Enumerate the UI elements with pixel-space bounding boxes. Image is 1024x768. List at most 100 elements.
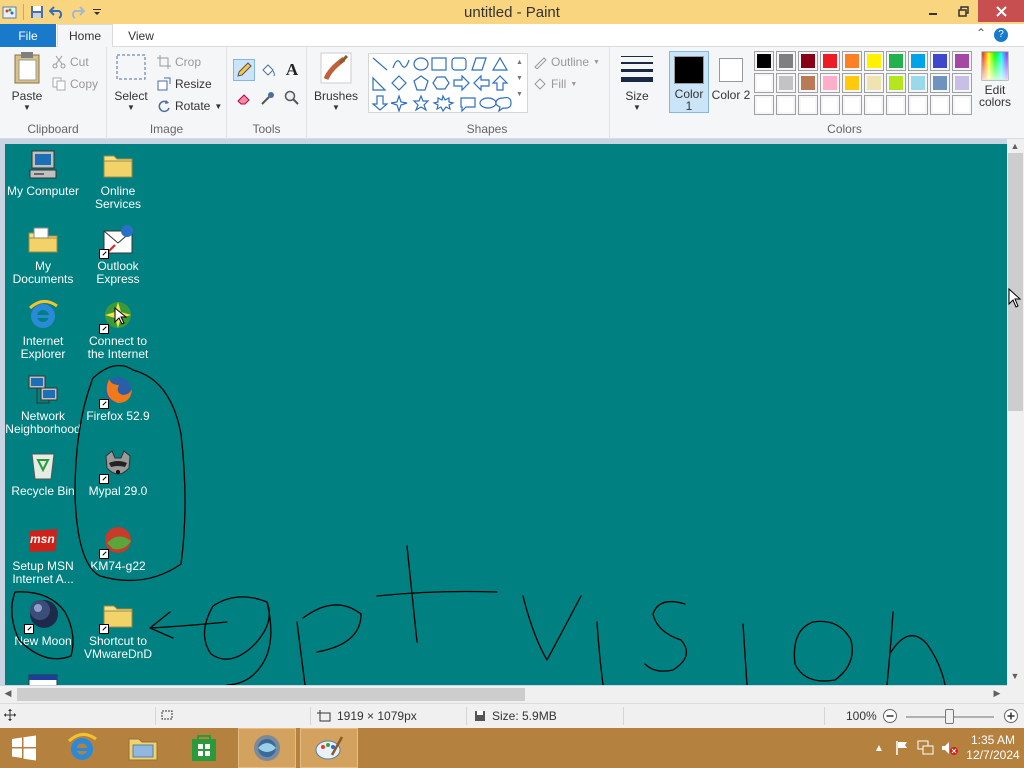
eraser-tool[interactable] (233, 87, 255, 109)
palette-color-swatch[interactable] (864, 51, 884, 71)
show-hidden-icons[interactable]: ▲ (868, 743, 890, 754)
tab-view[interactable]: View (113, 24, 169, 47)
network-tray-icon[interactable] (914, 740, 938, 756)
start-button[interactable] (0, 728, 48, 768)
palette-color-swatch[interactable] (952, 51, 972, 71)
palette-color-swatch[interactable] (754, 51, 774, 71)
palette-color-swatch[interactable] (798, 95, 818, 115)
scrollbar-corner (1007, 686, 1024, 703)
drawn-letter-o (793, 620, 853, 682)
canvas-size-icon (317, 710, 331, 722)
palette-color-swatch[interactable] (776, 51, 796, 71)
size-button[interactable]: Size ▼ (619, 51, 655, 112)
minimize-button[interactable] (918, 0, 948, 22)
restore-button[interactable] (948, 0, 978, 22)
zoom-out-button[interactable] (882, 708, 898, 724)
scroll-up-icon[interactable]: ▲ (1007, 141, 1023, 151)
outline-icon (534, 57, 547, 69)
scroll-right-icon[interactable]: ▶ (989, 688, 1005, 699)
color2-button[interactable]: Color 2 (711, 51, 751, 113)
select-button[interactable]: Select ▼ (113, 51, 149, 112)
palette-color-swatch[interactable] (908, 73, 928, 93)
edit-colors-button[interactable]: Edit colors (975, 51, 1015, 108)
help-icon[interactable]: ? (994, 28, 1008, 42)
palette-color-fill (889, 76, 903, 90)
zoom-in-icon (1004, 709, 1018, 723)
palette-color-swatch[interactable] (886, 51, 906, 71)
collapse-ribbon-icon[interactable]: ⌃ (976, 26, 986, 40)
outline-button[interactable]: Outline ▼ (533, 52, 600, 72)
drawn-arrow (149, 611, 228, 639)
tab-home[interactable]: Home (57, 24, 113, 48)
horizontal-scroll-thumb[interactable] (17, 688, 525, 701)
chevron-down-icon: ▼ (214, 101, 223, 111)
cut-button[interactable]: Cut (52, 52, 89, 72)
copy-button[interactable]: Copy (52, 74, 98, 94)
palette-color-swatch[interactable] (930, 95, 950, 115)
zoom-in-button[interactable] (1003, 708, 1019, 724)
shapes-scroll[interactable]: ▲ ▼ ▼ (516, 55, 523, 103)
taskbar-ie[interactable] (53, 728, 111, 768)
zoom-slider-thumb[interactable] (945, 709, 954, 724)
palette-color-swatch[interactable] (952, 95, 972, 115)
palette-color-fill (911, 76, 925, 90)
fill-tool[interactable] (257, 59, 279, 81)
magnifier-tool[interactable] (281, 87, 303, 109)
palette-color-swatch[interactable] (820, 51, 840, 71)
color1-button[interactable]: Color 1 (669, 51, 709, 113)
brush-icon (320, 52, 352, 84)
rotate-icon (158, 100, 170, 113)
taskbar-file-explorer[interactable] (114, 728, 172, 768)
vertical-scrollbar[interactable]: ▲ ▼ (1007, 139, 1024, 686)
paste-button[interactable]: Paste ▼ (8, 51, 46, 112)
taskbar-paint[interactable] (300, 728, 358, 768)
taskbar-browser[interactable] (238, 728, 296, 768)
horizontal-scrollbar[interactable]: ◀ ▶ (0, 686, 1007, 703)
palette-color-swatch[interactable] (930, 51, 950, 71)
volume-muted-icon[interactable] (938, 740, 962, 756)
color-picker-tool[interactable] (257, 87, 279, 109)
status-divider (310, 707, 311, 725)
pencil-tool[interactable] (233, 59, 255, 81)
vertical-scroll-thumb[interactable] (1008, 153, 1023, 411)
palette-color-swatch[interactable] (842, 73, 862, 93)
text-tool[interactable]: A (281, 59, 303, 81)
palette-color-swatch[interactable] (776, 73, 796, 93)
crop-button[interactable]: Crop (157, 52, 201, 72)
tab-file[interactable]: File (0, 24, 56, 47)
shapes-gallery[interactable] (368, 53, 528, 113)
resize-button[interactable]: Resize (157, 74, 212, 94)
drawing-canvas[interactable]: My Computer My Documents Internet Explor… (5, 144, 1007, 685)
palette-color-swatch[interactable] (930, 73, 950, 93)
palette-color-swatch[interactable] (908, 51, 928, 71)
palette-color-swatch[interactable] (754, 95, 774, 115)
palette-color-swatch[interactable] (798, 51, 818, 71)
palette-color-fill (757, 76, 771, 90)
palette-color-swatch[interactable] (952, 73, 972, 93)
scroll-down-icon[interactable]: ▼ (1007, 671, 1023, 681)
palette-color-swatch[interactable] (798, 73, 818, 93)
palette-color-swatch[interactable] (908, 95, 928, 115)
shapes-gallery-icons (371, 56, 512, 113)
action-center-flag-icon[interactable] (890, 740, 914, 756)
clock[interactable]: 1:35 AM 12/7/2024 (962, 733, 1024, 763)
palette-color-swatch[interactable] (864, 73, 884, 93)
cut-label: Cut (70, 55, 89, 69)
scroll-left-icon[interactable]: ◀ (0, 688, 16, 699)
drawn-letter-t (376, 545, 498, 643)
palette-color-swatch[interactable] (842, 51, 862, 71)
palette-color-swatch[interactable] (842, 95, 862, 115)
palette-color-swatch[interactable] (864, 95, 884, 115)
close-button[interactable] (978, 0, 1024, 22)
palette-color-swatch[interactable] (820, 95, 840, 115)
palette-color-swatch[interactable] (776, 95, 796, 115)
rotate-button[interactable]: Rotate ▼ (157, 96, 222, 116)
palette-color-swatch[interactable] (820, 73, 840, 93)
palette-color-swatch[interactable] (886, 73, 906, 93)
palette-color-swatch[interactable] (754, 73, 774, 93)
brushes-button[interactable]: Brushes ▼ (313, 51, 359, 112)
fill-button[interactable]: Fill ▼ (533, 74, 577, 94)
palette-color-fill (955, 76, 969, 90)
taskbar-store[interactable] (175, 728, 233, 768)
palette-color-swatch[interactable] (886, 95, 906, 115)
